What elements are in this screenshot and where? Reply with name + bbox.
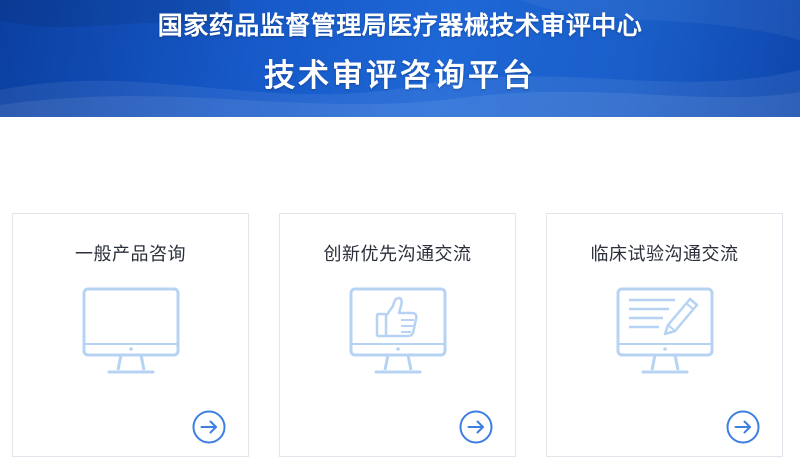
card-title: 创新优先沟通交流	[323, 244, 472, 265]
page-title: 国家药品监督管理局医疗器械技术审评中心	[157, 11, 643, 40]
arrow-right-circle-icon[interactable]	[192, 410, 226, 444]
card-title: 一般产品咨询	[75, 244, 186, 265]
card-clinical-trial-communication[interactable]: 临床试验沟通交流	[546, 213, 783, 457]
arrow-right-circle-icon[interactable]	[726, 410, 760, 444]
monitor-thumbs-up-icon	[349, 287, 447, 374]
page-subtitle: 技术审评咨询平台	[264, 58, 536, 94]
arrow-right-circle-icon[interactable]	[459, 410, 493, 444]
monitor-icon	[82, 287, 180, 374]
monitor-document-edit-icon	[616, 287, 714, 374]
card-innovation-priority-communication[interactable]: 创新优先沟通交流	[279, 213, 516, 457]
card-general-consultation[interactable]: 一般产品咨询	[12, 213, 249, 457]
card-title: 临床试验沟通交流	[590, 244, 739, 265]
header-banner: 国家药品监督管理局医疗器械技术审评中心 技术审评咨询平台	[0, 0, 800, 117]
